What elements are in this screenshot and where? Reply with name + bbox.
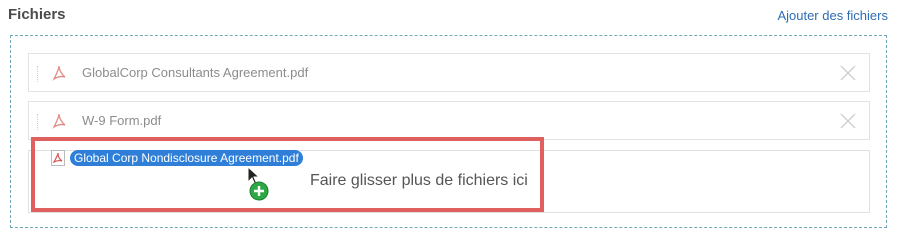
close-icon[interactable] (839, 112, 857, 130)
dragged-file-name: Global Corp Nondisclosure Agreement.pdf (70, 150, 303, 166)
close-icon[interactable] (839, 64, 857, 82)
file-row[interactable]: W-9 Form.pdf (28, 101, 870, 140)
add-plus-icon (249, 181, 269, 201)
file-name: W-9 Form.pdf (82, 113, 162, 128)
file-name: GlobalCorp Consultants Agreement.pdf (82, 65, 309, 80)
drop-hint-text: Faire glisser plus de fichiers ici (310, 172, 528, 189)
section-title: Fichiers (8, 6, 66, 23)
drag-handle[interactable] (37, 66, 41, 82)
pdf-icon (52, 65, 66, 81)
add-files-link[interactable]: Ajouter des fichiers (777, 8, 888, 23)
pdf-icon (51, 150, 65, 166)
pdf-icon (52, 113, 66, 129)
drag-handle[interactable] (37, 114, 41, 130)
file-row[interactable]: GlobalCorp Consultants Agreement.pdf (28, 53, 870, 92)
